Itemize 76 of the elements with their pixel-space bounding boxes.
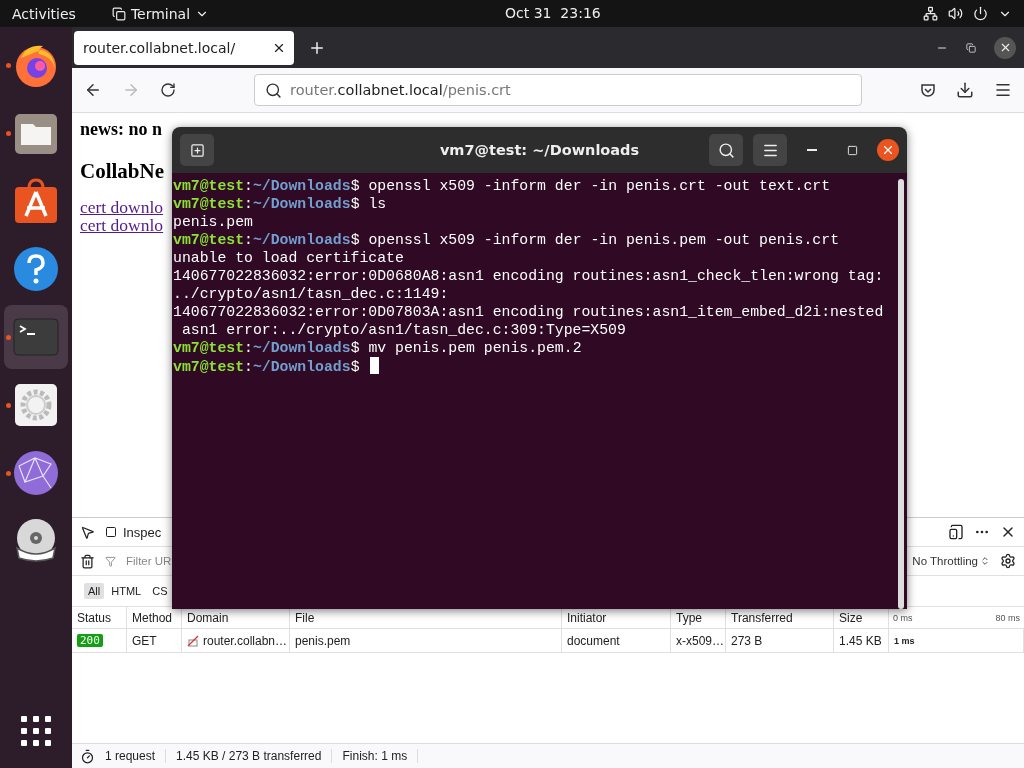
settings-icon[interactable] [1000,553,1016,569]
table-cell: 273 B [726,629,834,652]
filter-icon [105,555,116,567]
terminal-line: vm7@test:~/Downloads$ openssl x509 -inform der -in penis.crt -out text.crt [173,178,831,194]
terminal-line: vm7@test:~/Downloads$ openssl x509 -inform der -in penis.pem -out penis.crt [173,232,839,248]
terminal-line: asn1 error:../crypto/asn1/tasn_dec.c:309:Type=X509 [180,322,626,338]
search-icon [265,81,282,99]
power-icon[interactable] [973,6,988,21]
terminal-line: unable to load certificate [173,250,404,266]
responsive-icon[interactable] [948,524,964,540]
table-cell: x-x509… [671,629,726,652]
timing-label: 1 ms [894,635,915,646]
pocket-icon[interactable] [920,82,936,98]
trash-icon[interactable] [80,553,95,569]
disc-icon[interactable] [13,518,59,564]
close-button[interactable] [877,139,899,161]
terminal-line: vm7@test:~/Downloads$ [173,359,360,375]
page-link[interactable]: cert downlo [80,198,164,216]
terminal-line: vm7@test:~/Downloads$ mv penis.pem penis.pem.2 [173,340,582,356]
status-text: 1 request [95,749,167,763]
window-title: vm7@test: ~/Downloads [438,142,641,158]
picker-icon[interactable] [80,524,95,540]
type-filter[interactable]: CS [148,583,172,599]
menu-icon[interactable] [994,81,1012,99]
search-button[interactable] [709,134,743,166]
throttling-select[interactable]: No Throttling [912,555,990,567]
page-heading: news: no n [80,119,163,140]
table-cell: document [562,629,671,652]
terminal-line: vm7@test:~/Downloads$ ls [173,196,387,212]
search-icon [717,141,735,159]
page-link[interactable]: cert downlo [80,216,164,234]
restore-icon[interactable] [966,42,976,53]
filter-field[interactable]: Filter UR [126,555,176,567]
close-icon [881,143,895,157]
clock[interactable]: Oct 31 23:16 [505,5,601,21]
terminal-line: 140677022836032:error:0D0680A8:asn1 encoding routines:asn1_check_tlen:wrong tag: [173,268,884,284]
table-cell: GET [127,629,182,652]
table-cell: penis.pem [290,629,562,652]
app-grid-icon[interactable] [21,716,51,746]
plus-icon [189,142,205,158]
help-icon[interactable] [13,246,59,292]
page-subheading: CollabNe [80,159,164,184]
download-icon[interactable] [956,81,974,99]
close-button[interactable] [994,36,1016,59]
maximize-icon [846,144,858,156]
waterfall-tick: 0 ms [893,612,913,623]
address-field[interactable]: router.collabnet.local/penis.crt [254,74,862,106]
type-filter[interactable]: HTML [107,583,146,599]
status-text: Finish: 1 ms [332,749,419,763]
globe-icon[interactable] [13,450,59,496]
square-icon [105,526,117,538]
back-icon[interactable] [84,81,102,99]
column-header[interactable]: Status [72,607,127,628]
new-tab-button[interactable] [180,134,214,166]
terminal-line: 140677022836032:error:0D07803A:asn1 encoding routines:asn1_item_embed_d2i:nested [173,304,884,320]
app-menu[interactable]: Terminal [111,5,210,22]
terminal-line: ../crypto/asn1/tasn_dec.c:1149: [173,286,449,302]
shopping-bag-icon[interactable] [13,178,59,224]
reload-icon[interactable] [160,82,176,98]
table-cell: 1.45 KB [834,629,889,652]
network-icon[interactable] [923,6,938,21]
inspector-tab[interactable]: Inspec [105,524,162,540]
type-filter[interactable]: All [84,583,105,599]
url-text: router.collabnet.local/penis.crt [290,82,511,98]
updown-icon [980,556,990,566]
terminal-line: penis.pem [173,214,253,230]
menu-button[interactable] [753,134,787,166]
browser-tab[interactable]: router.collabnet.local/ [74,30,294,65]
table-cell: router.collabn… [182,629,290,652]
status-text: 1.45 KB / 273 B transferred [166,749,333,763]
waterfall-tick: 80 ms [995,612,1020,623]
volume-icon[interactable] [948,6,963,21]
timer-icon [80,748,95,764]
status-code: 200 [77,634,103,647]
activities-button[interactable]: Activities [12,5,76,22]
minimize-icon [807,149,817,151]
